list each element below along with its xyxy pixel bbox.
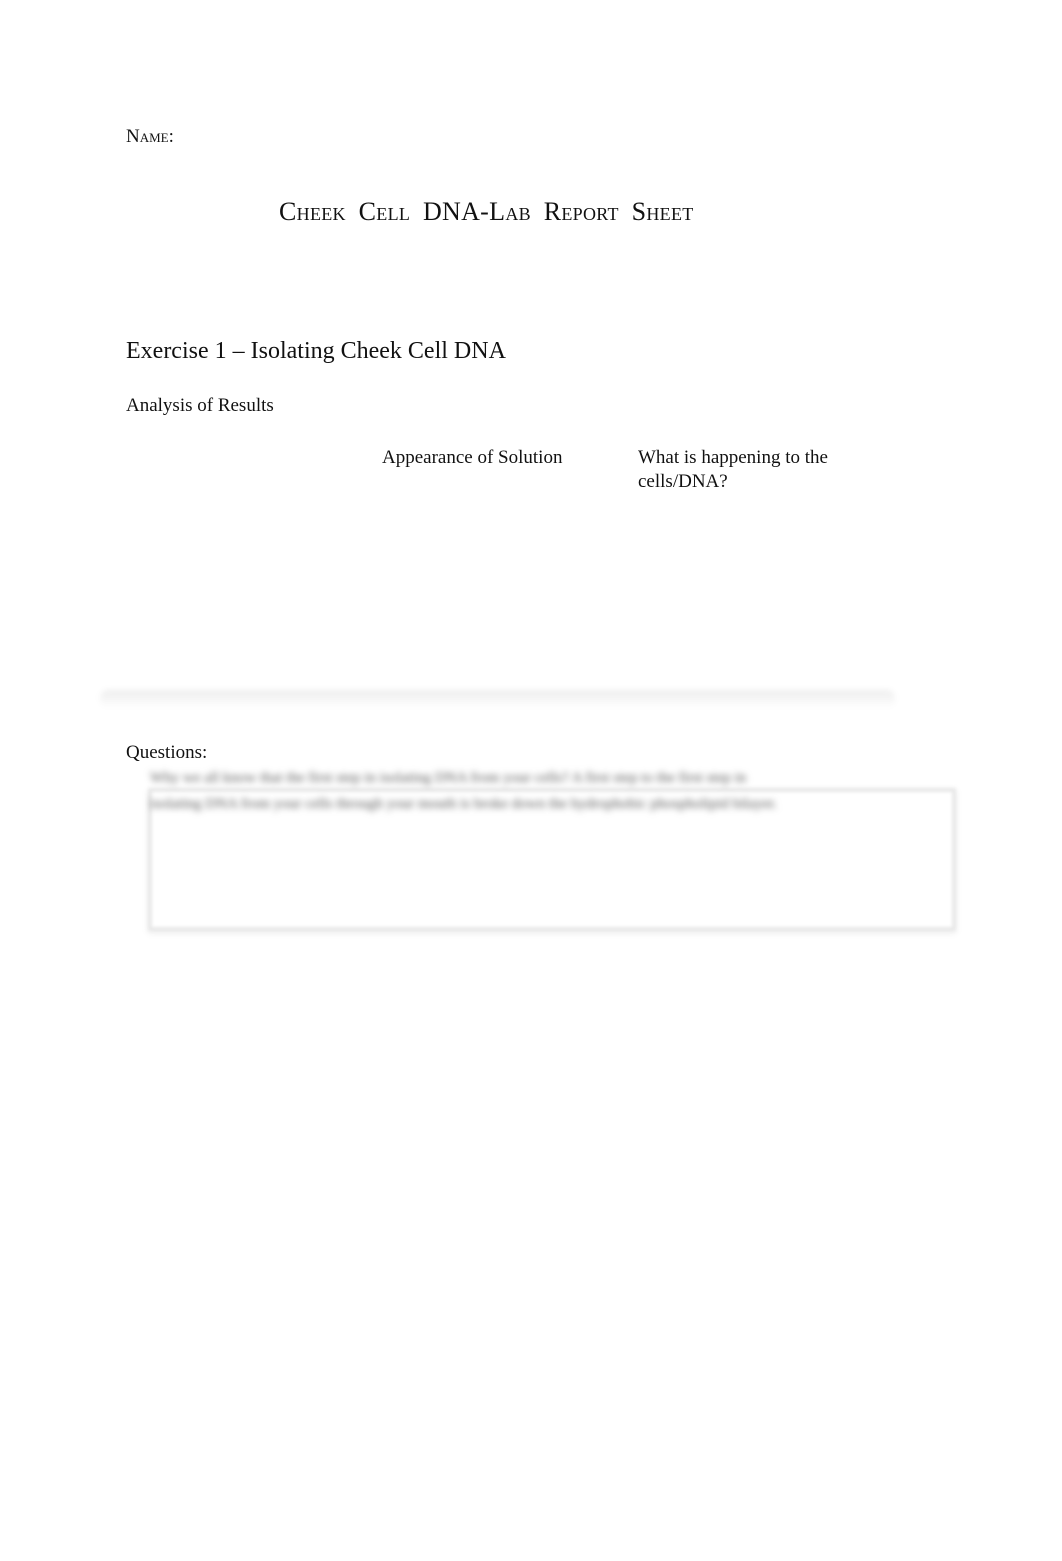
blurred-question-text: Why we all know that the first step in i… bbox=[150, 765, 790, 817]
column-header-appearance: Appearance of Solution bbox=[382, 447, 563, 468]
table-divider bbox=[100, 690, 895, 708]
questions-heading: Questions: bbox=[126, 742, 208, 763]
column-header-happening: What is happening to the cells/DNA? bbox=[638, 447, 828, 492]
analysis-heading: Analysis of Results bbox=[126, 395, 274, 416]
exercise-heading: Exercise 1 – Isolating Cheek Cell DNA bbox=[126, 338, 506, 364]
name-label: Name: bbox=[126, 126, 174, 147]
blurred-question: Why we all know that the first step in i… bbox=[150, 770, 569, 786]
document-title: Cheek Cell DNA-Lab Report Sheet bbox=[279, 197, 694, 226]
